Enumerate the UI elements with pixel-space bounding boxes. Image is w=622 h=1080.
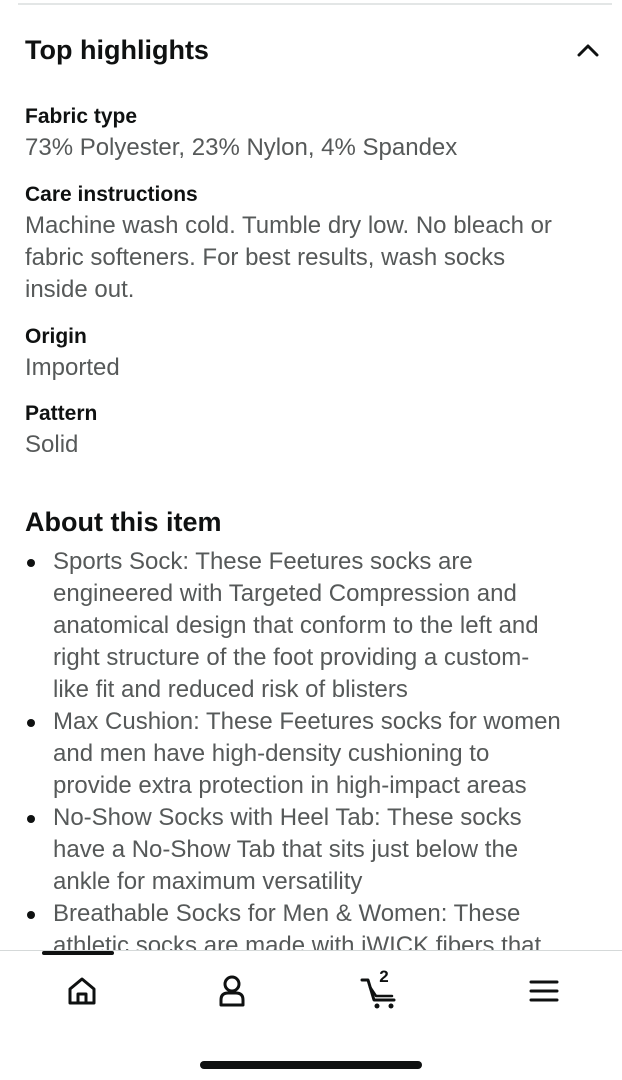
bullet-dot (27, 559, 35, 567)
attribute-label: Fabric type (25, 105, 138, 128)
list-item: Sports Sock: These Feetures socks are en… (25, 546, 605, 706)
attribute-value-line: inside out. (25, 276, 135, 303)
bullet-line: have a No-Show Tab that sits just below … (53, 836, 519, 863)
bullet-line: right structure of the foot providing a … (53, 644, 530, 671)
active-tab-indicator (42, 951, 114, 955)
attribute-value: 73% Polyester, 23% Nylon, 4% Spandex (25, 134, 458, 161)
bullet-dot (27, 719, 35, 727)
about-bullet-list: Sports Sock: These Feetures socks are en… (25, 546, 605, 950)
chevron-up-icon (577, 44, 599, 57)
system-home-indicator[interactable] (200, 1061, 422, 1069)
bullet-dot (27, 911, 35, 919)
attribute-label: Origin (25, 325, 87, 348)
bullet-line: engineered with Targeted Compression and (53, 580, 517, 607)
bullet-line: Max Cushion: These Feetures socks for wo… (53, 708, 561, 735)
bullet-line: anatomical design that conform to the le… (53, 612, 539, 639)
person-icon (219, 975, 245, 1007)
attribute-label: Pattern (25, 402, 98, 425)
attribute-care-instructions: Care instructions Machine wash cold. Tum… (25, 180, 605, 306)
bullet-line: and men have high-density cushioning to (53, 740, 490, 767)
bullet-line: Breathable Socks for Men & Women: These (53, 900, 521, 927)
about-this-item-title: About this item (25, 507, 222, 537)
nav-cart-button[interactable]: 2 (352, 967, 412, 1013)
collapse-button[interactable] (571, 36, 605, 64)
attribute-value: Solid (25, 431, 79, 458)
attribute-value-line: Machine wash cold. Tumble dry low. No bl… (25, 212, 552, 239)
top-highlights-title: Top highlights (25, 35, 209, 65)
top-highlights-header[interactable]: Top highlights (25, 30, 605, 70)
attribute-value-line: fabric softeners. For best results, wash… (25, 244, 506, 271)
list-item: No-Show Socks with Heel Tab: These socks… (25, 802, 605, 898)
bullet-line: Sports Sock: These Feetures socks are (53, 548, 473, 575)
nav-home-button[interactable] (52, 969, 112, 1013)
bullet-line: ankle for maximum versatility (53, 868, 363, 895)
attribute-pattern: Pattern Solid (25, 399, 605, 461)
nav-account-button[interactable] (202, 969, 262, 1013)
product-details-content: Top highlights Fabric type 73% Polyester… (0, 0, 622, 950)
attribute-label: Care instructions (25, 183, 198, 206)
bottom-navigation-bar: 2 (0, 950, 622, 1080)
cart-count-badge: 2 (379, 967, 389, 986)
bullet-line: No-Show Socks with Heel Tab: These socks (53, 804, 522, 831)
bullet-line: like fit and reduced risk of blisters (53, 676, 408, 703)
hamburger-menu-icon (529, 980, 559, 1002)
attribute-value: Imported (25, 354, 120, 381)
home-icon (68, 977, 96, 1005)
bullet-line: athletic socks are made with iWICK fiber… (53, 932, 542, 950)
nav-menu-button[interactable] (514, 969, 574, 1013)
list-item: Breathable Socks for Men & Women: These … (25, 898, 605, 950)
attribute-origin: Origin Imported (25, 322, 605, 384)
list-item: Max Cushion: These Feetures socks for wo… (25, 706, 605, 802)
bullet-line: provide extra protection in high-impact … (53, 772, 527, 799)
attribute-fabric-type: Fabric type 73% Polyester, 23% Nylon, 4%… (25, 102, 605, 164)
bullet-dot (27, 815, 35, 823)
